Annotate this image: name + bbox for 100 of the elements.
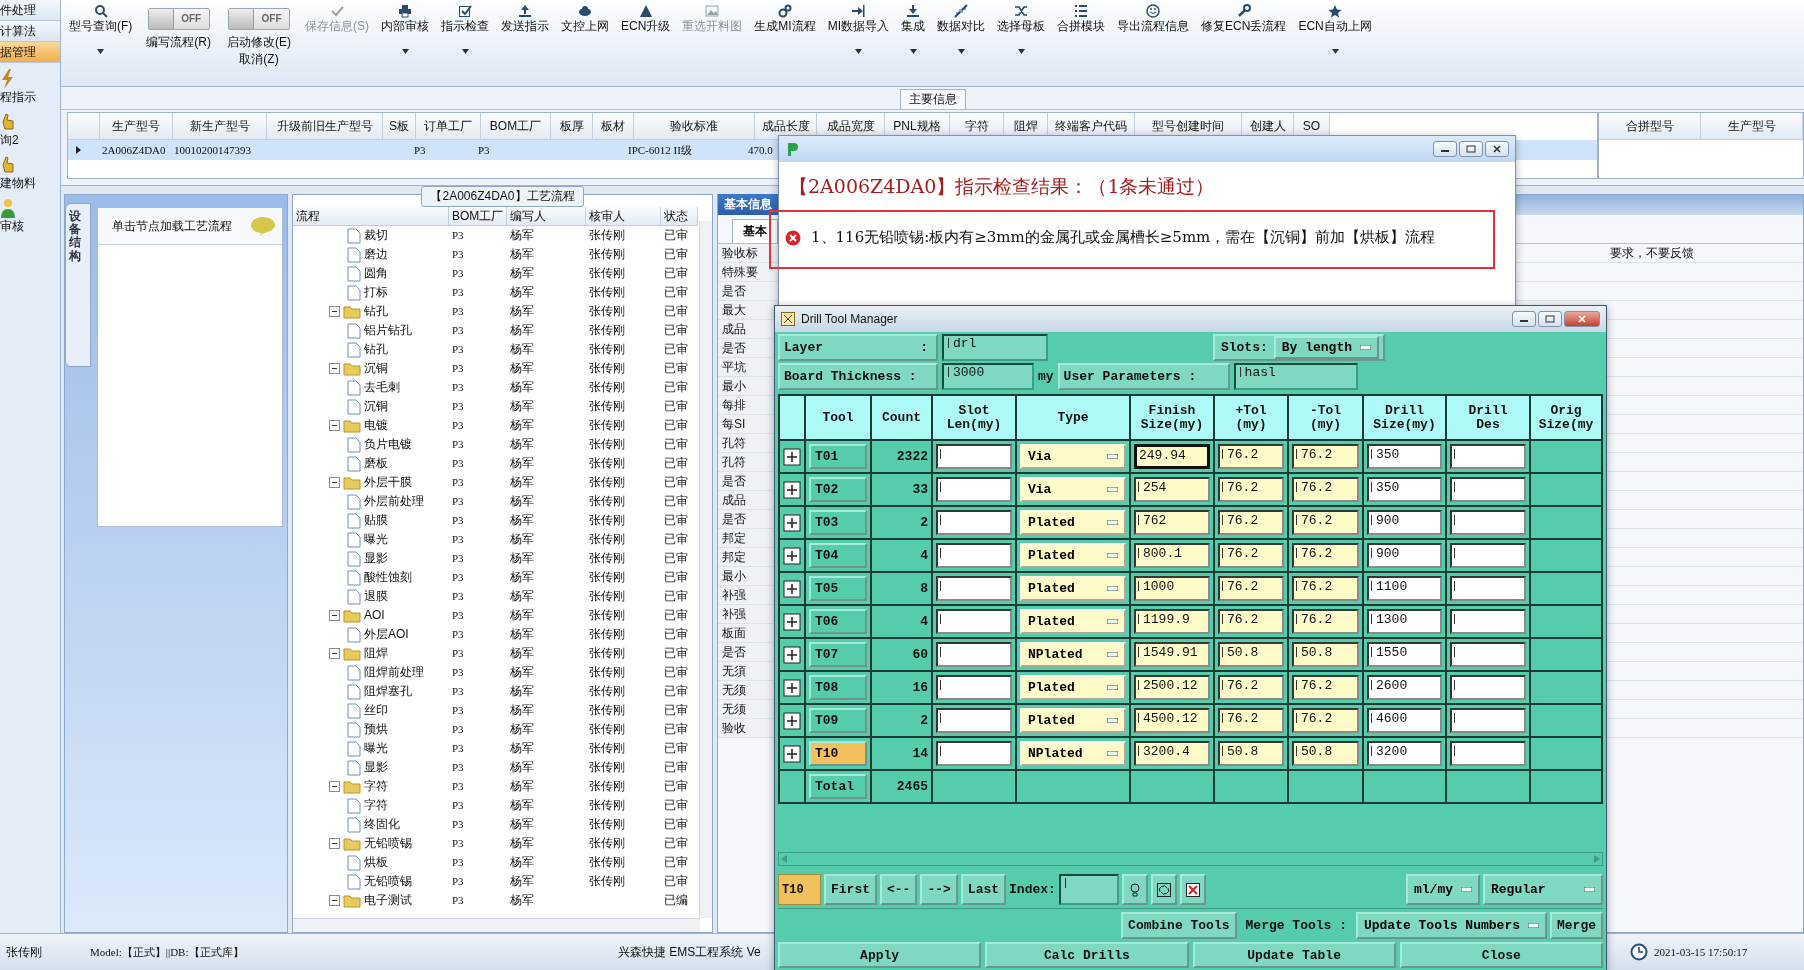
input-field[interactable] — [1450, 609, 1526, 634]
toolbar-button[interactable]: MI数据导入 — [827, 4, 890, 35]
input-field[interactable]: 76.2 — [1218, 477, 1284, 502]
minimize-button[interactable] — [1512, 311, 1536, 327]
close-button[interactable] — [1485, 141, 1509, 157]
input-field[interactable]: 3200.4 — [1134, 741, 1210, 766]
input-field[interactable]: 350 — [1367, 444, 1442, 469]
input-field[interactable]: 3200 — [1367, 741, 1442, 766]
merge-button[interactable]: Merge — [1550, 912, 1603, 939]
dropdown[interactable]: Via — [1020, 444, 1126, 469]
input-field[interactable]: 1300 — [1367, 609, 1442, 634]
input-field[interactable] — [1450, 444, 1526, 469]
tab[interactable]: 基本 — [732, 219, 778, 243]
plus-icon[interactable] — [783, 711, 801, 730]
toolbar-button[interactable]: 发送指示 — [501, 4, 549, 35]
tree-node[interactable]: 退膜 — [364, 587, 388, 606]
input-field[interactable]: 2600 — [1367, 675, 1442, 700]
nav-item[interactable]: 程指示 — [0, 89, 36, 106]
dropdown[interactable]: NPlated — [1020, 741, 1126, 766]
collapse-icon[interactable] — [329, 363, 340, 374]
tree-node[interactable]: 负片电镀 — [364, 435, 412, 454]
dropdown[interactable]: NPlated — [1020, 642, 1126, 667]
tool-button[interactable]: T05 — [809, 576, 867, 601]
tree-node[interactable]: 贴膜 — [364, 511, 388, 530]
minimize-button[interactable] — [1433, 141, 1457, 157]
input-field[interactable]: 1550 — [1367, 642, 1442, 667]
tree-node[interactable]: 字符 — [364, 777, 388, 796]
input-field[interactable]: 1100 — [1367, 576, 1442, 601]
vertical-tab[interactable]: 设备结构 — [65, 203, 91, 367]
input-field[interactable]: 50.8 — [1218, 642, 1284, 667]
input-field[interactable]: drl — [942, 334, 1048, 361]
toolbar-button[interactable]: 合拼模块 — [1057, 4, 1106, 35]
plus-icon[interactable] — [783, 480, 801, 499]
input-field[interactable]: 76.2 — [1218, 708, 1284, 733]
dropdown[interactable]: Plated — [1020, 576, 1126, 601]
column-header[interactable]: 板厚 — [551, 113, 593, 140]
dropdown[interactable]: Via — [1020, 477, 1126, 502]
caret-icon[interactable] — [1017, 49, 1025, 54]
input-field[interactable]: 76.2 — [1218, 510, 1284, 535]
nav-button[interactable]: --> — [920, 874, 958, 905]
tree-node[interactable]: 沉铜 — [364, 359, 388, 378]
nav-item[interactable]: 询2 — [0, 132, 19, 149]
nav-item[interactable]: 计算法 — [0, 21, 60, 42]
nav-item[interactable]: 件处理 — [0, 0, 60, 21]
plus-icon[interactable] — [783, 579, 801, 598]
plus-icon[interactable] — [783, 744, 801, 763]
tree-node[interactable]: 烘板 — [364, 853, 388, 872]
input-field[interactable] — [1450, 741, 1526, 766]
action-button[interactable]: Apply — [778, 942, 982, 968]
input-field[interactable] — [1450, 477, 1526, 502]
input-field[interactable]: 249.94 — [1134, 444, 1210, 469]
tree-node[interactable]: 显影 — [364, 549, 388, 568]
column-header[interactable]: 板材 — [593, 113, 634, 140]
input-field[interactable]: 1000 — [1134, 576, 1210, 601]
tool-button[interactable]: T06 — [809, 609, 867, 634]
input-field[interactable] — [1450, 543, 1526, 568]
tree-node[interactable]: 磨板 — [364, 454, 388, 473]
tree-node[interactable]: 圆角 — [364, 264, 388, 283]
dropdown[interactable]: Plated — [1020, 543, 1126, 568]
toolbar-button[interactable]: 型号查询(F) — [69, 4, 133, 35]
tree-node[interactable]: 丝印 — [364, 701, 388, 720]
input-field[interactable]: 800.1 — [1134, 543, 1210, 568]
input-field[interactable]: 76.2 — [1218, 576, 1284, 601]
plus-icon[interactable] — [783, 513, 801, 532]
input-field[interactable]: 76.2 — [1218, 609, 1284, 634]
tree-node[interactable]: 预烘 — [364, 720, 388, 739]
collapse-icon[interactable] — [329, 610, 340, 621]
dropdown[interactable]: Plated — [1020, 510, 1126, 535]
column-header[interactable]: 合拼型号 — [1599, 113, 1701, 140]
input-field[interactable] — [936, 477, 1012, 502]
input-field[interactable]: 76.2 — [1292, 708, 1359, 733]
tree-node[interactable]: 终固化 — [364, 815, 400, 834]
input-field[interactable] — [1450, 576, 1526, 601]
caret-icon[interactable] — [854, 49, 862, 54]
input-field[interactable]: 76.2 — [1292, 609, 1359, 634]
collapse-icon[interactable] — [329, 648, 340, 659]
combine-tools-button[interactable]: Combine Tools — [1121, 912, 1237, 939]
tool-button[interactable]: T07 — [809, 642, 867, 667]
dropdown[interactable]: Plated — [1020, 609, 1126, 634]
input-field[interactable]: 76.2 — [1292, 675, 1359, 700]
collapse-icon[interactable] — [329, 895, 340, 906]
input-field[interactable] — [1450, 510, 1526, 535]
input-field[interactable]: 1199.9 — [1134, 609, 1210, 634]
input-field[interactable] — [1450, 708, 1526, 733]
dropdown[interactable]: Plated — [1020, 675, 1126, 700]
plus-icon[interactable] — [783, 678, 801, 697]
toolbar-button[interactable]: 数据对比 — [937, 4, 986, 35]
column-header[interactable]: 订单工厂 — [416, 113, 481, 140]
tool-button[interactable]: T02 — [809, 477, 867, 502]
caret-icon[interactable] — [909, 49, 917, 54]
plus-icon[interactable] — [783, 645, 801, 664]
tree-node[interactable]: 酸性蚀刻 — [364, 568, 412, 587]
tool-button[interactable]: T08 — [809, 675, 867, 700]
collapse-icon[interactable] — [329, 306, 340, 317]
toolbar-button[interactable]: 内部审核 — [381, 4, 429, 35]
tool-button[interactable]: T01 — [809, 444, 867, 469]
input-field[interactable] — [936, 708, 1012, 733]
tool-button[interactable]: T10 — [809, 741, 867, 766]
column-header[interactable]: 生产型号 — [1701, 113, 1803, 140]
input-field[interactable] — [1058, 874, 1119, 905]
